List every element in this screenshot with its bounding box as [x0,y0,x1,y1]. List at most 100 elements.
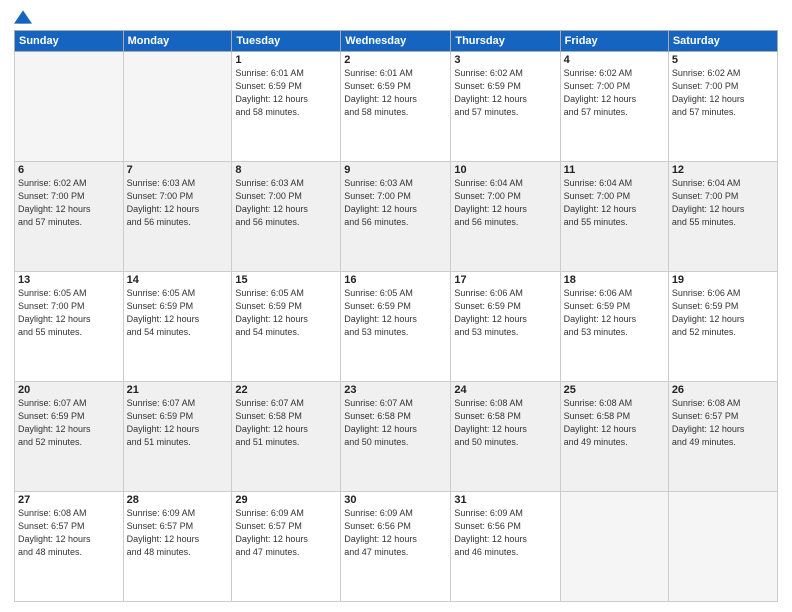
day-info: Sunrise: 6:06 AM Sunset: 6:59 PM Dayligh… [672,287,774,339]
calendar-cell: 10Sunrise: 6:04 AM Sunset: 7:00 PM Dayli… [451,162,560,272]
day-number: 19 [672,274,774,286]
weekday-header-monday: Monday [123,31,232,52]
logo-icon [14,10,32,24]
weekday-header-sunday: Sunday [15,31,124,52]
page: SundayMondayTuesdayWednesdayThursdayFrid… [0,0,792,612]
calendar-cell: 7Sunrise: 6:03 AM Sunset: 7:00 PM Daylig… [123,162,232,272]
calendar-cell: 22Sunrise: 6:07 AM Sunset: 6:58 PM Dayli… [232,382,341,492]
day-info: Sunrise: 6:04 AM Sunset: 7:00 PM Dayligh… [672,177,774,229]
calendar: SundayMondayTuesdayWednesdayThursdayFrid… [14,30,778,602]
calendar-cell: 8Sunrise: 6:03 AM Sunset: 7:00 PM Daylig… [232,162,341,272]
day-number: 1 [235,54,337,66]
calendar-cell: 30Sunrise: 6:09 AM Sunset: 6:56 PM Dayli… [341,492,451,602]
calendar-cell: 28Sunrise: 6:09 AM Sunset: 6:57 PM Dayli… [123,492,232,602]
day-info: Sunrise: 6:01 AM Sunset: 6:59 PM Dayligh… [344,67,447,119]
day-number: 30 [344,494,447,506]
calendar-cell [15,52,124,162]
day-info: Sunrise: 6:07 AM Sunset: 6:59 PM Dayligh… [127,397,229,449]
calendar-cell: 20Sunrise: 6:07 AM Sunset: 6:59 PM Dayli… [15,382,124,492]
calendar-cell: 17Sunrise: 6:06 AM Sunset: 6:59 PM Dayli… [451,272,560,382]
week-row-4: 20Sunrise: 6:07 AM Sunset: 6:59 PM Dayli… [15,382,778,492]
day-info: Sunrise: 6:08 AM Sunset: 6:57 PM Dayligh… [18,507,120,559]
weekday-header-row: SundayMondayTuesdayWednesdayThursdayFrid… [15,31,778,52]
day-number: 31 [454,494,556,506]
day-number: 29 [235,494,337,506]
day-info: Sunrise: 6:05 AM Sunset: 6:59 PM Dayligh… [344,287,447,339]
calendar-cell: 25Sunrise: 6:08 AM Sunset: 6:58 PM Dayli… [560,382,668,492]
calendar-cell: 2Sunrise: 6:01 AM Sunset: 6:59 PM Daylig… [341,52,451,162]
day-number: 27 [18,494,120,506]
day-info: Sunrise: 6:09 AM Sunset: 6:56 PM Dayligh… [344,507,447,559]
day-info: Sunrise: 6:06 AM Sunset: 6:59 PM Dayligh… [454,287,556,339]
calendar-cell: 18Sunrise: 6:06 AM Sunset: 6:59 PM Dayli… [560,272,668,382]
calendar-cell: 14Sunrise: 6:05 AM Sunset: 6:59 PM Dayli… [123,272,232,382]
day-number: 13 [18,274,120,286]
calendar-cell [123,52,232,162]
day-info: Sunrise: 6:02 AM Sunset: 7:00 PM Dayligh… [672,67,774,119]
day-number: 24 [454,384,556,396]
day-info: Sunrise: 6:09 AM Sunset: 6:56 PM Dayligh… [454,507,556,559]
day-number: 5 [672,54,774,66]
calendar-cell: 1Sunrise: 6:01 AM Sunset: 6:59 PM Daylig… [232,52,341,162]
day-number: 3 [454,54,556,66]
calendar-cell: 31Sunrise: 6:09 AM Sunset: 6:56 PM Dayli… [451,492,560,602]
calendar-cell: 4Sunrise: 6:02 AM Sunset: 7:00 PM Daylig… [560,52,668,162]
calendar-cell: 26Sunrise: 6:08 AM Sunset: 6:57 PM Dayli… [668,382,777,492]
calendar-cell: 23Sunrise: 6:07 AM Sunset: 6:58 PM Dayli… [341,382,451,492]
calendar-cell: 9Sunrise: 6:03 AM Sunset: 7:00 PM Daylig… [341,162,451,272]
day-info: Sunrise: 6:01 AM Sunset: 6:59 PM Dayligh… [235,67,337,119]
week-row-2: 6Sunrise: 6:02 AM Sunset: 7:00 PM Daylig… [15,162,778,272]
weekday-header-wednesday: Wednesday [341,31,451,52]
day-info: Sunrise: 6:02 AM Sunset: 6:59 PM Dayligh… [454,67,556,119]
day-info: Sunrise: 6:02 AM Sunset: 7:00 PM Dayligh… [18,177,120,229]
day-info: Sunrise: 6:07 AM Sunset: 6:59 PM Dayligh… [18,397,120,449]
weekday-header-saturday: Saturday [668,31,777,52]
day-info: Sunrise: 6:08 AM Sunset: 6:58 PM Dayligh… [454,397,556,449]
day-info: Sunrise: 6:03 AM Sunset: 7:00 PM Dayligh… [344,177,447,229]
calendar-cell: 12Sunrise: 6:04 AM Sunset: 7:00 PM Dayli… [668,162,777,272]
weekday-header-friday: Friday [560,31,668,52]
calendar-cell: 29Sunrise: 6:09 AM Sunset: 6:57 PM Dayli… [232,492,341,602]
calendar-cell: 13Sunrise: 6:05 AM Sunset: 7:00 PM Dayli… [15,272,124,382]
calendar-cell: 11Sunrise: 6:04 AM Sunset: 7:00 PM Dayli… [560,162,668,272]
day-number: 10 [454,164,556,176]
day-info: Sunrise: 6:03 AM Sunset: 7:00 PM Dayligh… [127,177,229,229]
day-number: 4 [564,54,665,66]
calendar-cell: 5Sunrise: 6:02 AM Sunset: 7:00 PM Daylig… [668,52,777,162]
day-info: Sunrise: 6:04 AM Sunset: 7:00 PM Dayligh… [454,177,556,229]
week-row-3: 13Sunrise: 6:05 AM Sunset: 7:00 PM Dayli… [15,272,778,382]
calendar-cell: 15Sunrise: 6:05 AM Sunset: 6:59 PM Dayli… [232,272,341,382]
day-number: 15 [235,274,337,286]
day-number: 22 [235,384,337,396]
day-number: 2 [344,54,447,66]
calendar-cell [668,492,777,602]
day-number: 6 [18,164,120,176]
day-info: Sunrise: 6:02 AM Sunset: 7:00 PM Dayligh… [564,67,665,119]
day-number: 18 [564,274,665,286]
day-number: 16 [344,274,447,286]
day-info: Sunrise: 6:06 AM Sunset: 6:59 PM Dayligh… [564,287,665,339]
weekday-header-thursday: Thursday [451,31,560,52]
day-number: 17 [454,274,556,286]
day-number: 23 [344,384,447,396]
calendar-cell: 27Sunrise: 6:08 AM Sunset: 6:57 PM Dayli… [15,492,124,602]
day-number: 9 [344,164,447,176]
day-number: 21 [127,384,229,396]
day-number: 11 [564,164,665,176]
weekday-header-tuesday: Tuesday [232,31,341,52]
day-number: 14 [127,274,229,286]
header [14,10,778,24]
day-info: Sunrise: 6:07 AM Sunset: 6:58 PM Dayligh… [235,397,337,449]
logo [14,10,34,24]
day-info: Sunrise: 6:05 AM Sunset: 7:00 PM Dayligh… [18,287,120,339]
day-info: Sunrise: 6:07 AM Sunset: 6:58 PM Dayligh… [344,397,447,449]
calendar-cell: 19Sunrise: 6:06 AM Sunset: 6:59 PM Dayli… [668,272,777,382]
day-info: Sunrise: 6:05 AM Sunset: 6:59 PM Dayligh… [127,287,229,339]
day-info: Sunrise: 6:04 AM Sunset: 7:00 PM Dayligh… [564,177,665,229]
day-number: 26 [672,384,774,396]
week-row-5: 27Sunrise: 6:08 AM Sunset: 6:57 PM Dayli… [15,492,778,602]
day-number: 7 [127,164,229,176]
day-number: 8 [235,164,337,176]
day-number: 12 [672,164,774,176]
calendar-cell: 6Sunrise: 6:02 AM Sunset: 7:00 PM Daylig… [15,162,124,272]
